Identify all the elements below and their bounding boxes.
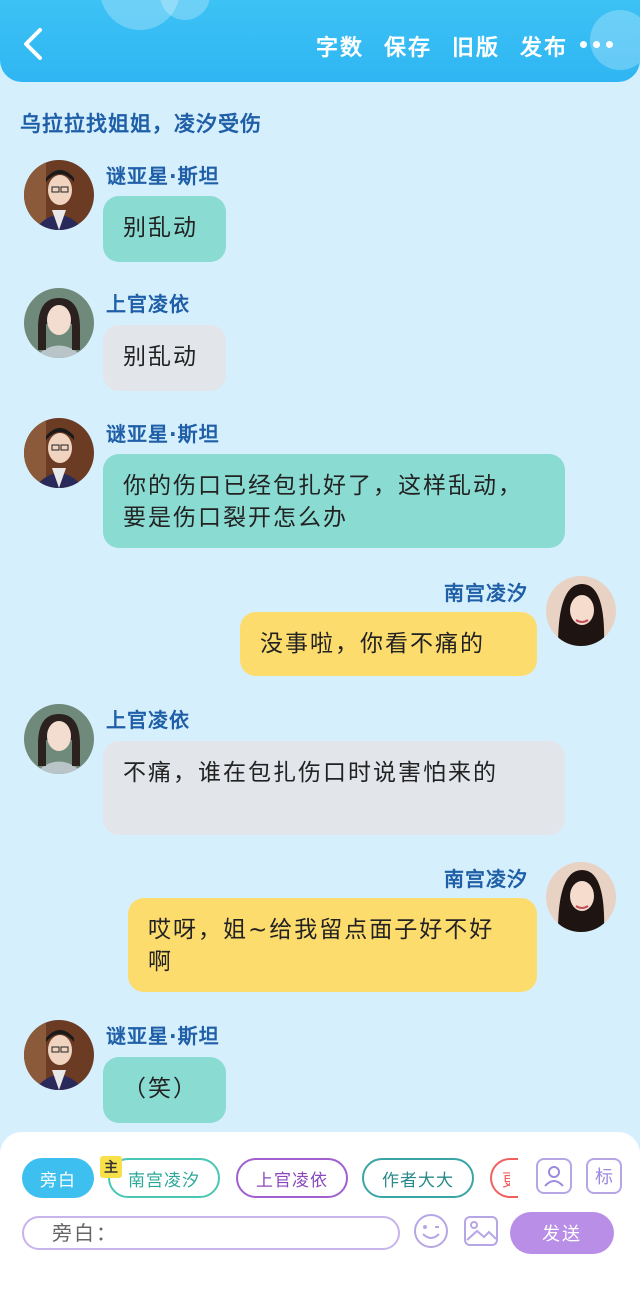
avatar-nangong[interactable] [546, 862, 616, 932]
chevron-left-icon [24, 28, 42, 60]
person-icon [544, 1166, 564, 1187]
old-version-button[interactable]: 旧版 [452, 30, 500, 62]
composer-panel: 旁白 南宫凌汐 上官凌依 作者大大 更多 标 旁白： 发送 [0, 1132, 640, 1300]
emoji-button[interactable] [412, 1212, 450, 1250]
avatar-nangong[interactable] [546, 576, 616, 646]
main-role-badge: 主 [100, 1156, 122, 1178]
sender-name: 南宫凌汐 [444, 867, 528, 891]
avatar-miya[interactable] [24, 418, 94, 488]
sender-name: 上官凌依 [106, 708, 190, 732]
avatar-shangguan[interactable] [24, 288, 94, 358]
sender-name: 南宫凌汐 [444, 581, 528, 605]
message-bubble[interactable]: 你的伤口已经包扎好了，这样乱动，要是伤口裂开怎么办 [103, 454, 565, 548]
more-icon[interactable] [580, 34, 620, 54]
avatar-shangguan[interactable] [24, 704, 94, 774]
publish-button[interactable]: 发布 [520, 30, 568, 62]
save-button[interactable]: 保存 [384, 30, 432, 62]
tag-button-label: 标 [595, 1167, 613, 1188]
message-bubble[interactable]: 不痛，谁在包扎伤口时说害怕来的 [103, 741, 565, 835]
role-chip-more-label: 更多 [502, 1166, 510, 1191]
image-icon [464, 1216, 498, 1246]
send-button[interactable]: 发送 [510, 1212, 614, 1254]
role-chip-nangong[interactable]: 南宫凌汐 [108, 1158, 220, 1198]
message-bubble[interactable]: 哎呀，姐~给我留点面子好不好啊 [128, 898, 537, 992]
role-chip-more[interactable]: 更多 [490, 1158, 518, 1198]
message-bubble[interactable]: 别乱动 [103, 196, 226, 262]
role-chip-shangguan[interactable]: 上官凌依 [236, 1158, 348, 1198]
sender-name: 谜亚星·斯坦 [106, 422, 220, 446]
message-input[interactable]: 旁白： [22, 1216, 400, 1250]
word-count-button[interactable]: 字数 [316, 30, 364, 62]
avatar-miya[interactable] [24, 1020, 94, 1090]
add-character-button[interactable] [536, 1158, 572, 1194]
sender-name: 谜亚星·斯坦 [106, 164, 220, 188]
header-actions: 字数 保存 旧版 发布 [316, 30, 568, 62]
role-chip-narration[interactable]: 旁白 [22, 1158, 94, 1198]
tag-button[interactable]: 标 [586, 1158, 622, 1194]
chat-title: 乌拉拉找姐姐，凌汐受伤 [20, 112, 262, 136]
avatar-miya[interactable] [24, 160, 94, 230]
sender-name: 谜亚星·斯坦 [106, 1024, 220, 1048]
sender-name: 上官凌依 [106, 292, 190, 316]
message-bubble[interactable]: 别乱动 [103, 325, 226, 391]
role-chip-author[interactable]: 作者大大 [362, 1158, 474, 1198]
image-button[interactable] [462, 1212, 500, 1250]
smiley-icon [414, 1214, 448, 1248]
top-bar: 字数 保存 旧版 发布 [0, 0, 640, 82]
message-bubble[interactable]: 没事啦，你看不痛的 [240, 612, 537, 676]
message-bubble[interactable]: （笑） [103, 1057, 226, 1123]
back-button[interactable] [18, 26, 50, 62]
